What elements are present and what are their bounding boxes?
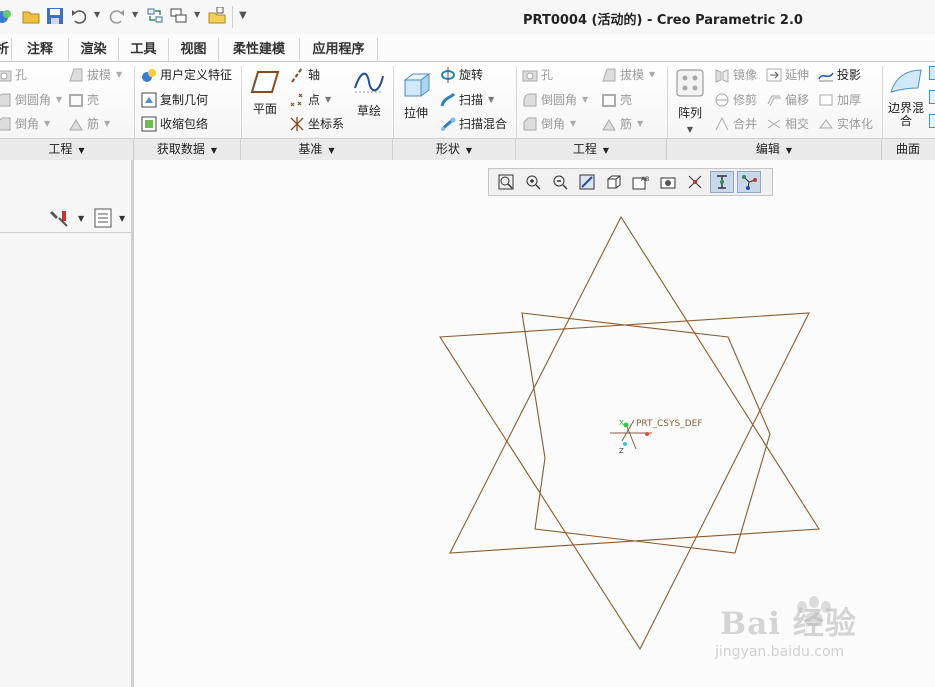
csys-z-label: Z [619,447,624,455]
watermark-brand: Bai 经验 [720,606,857,642]
watermark-url: jingyan.baidu.com [715,644,845,660]
csys-name-label: PRT_CSYS_DEF [636,419,703,429]
model-geometry [439,215,820,651]
triangle-up [449,215,820,554]
csys-x-label: X [619,419,624,427]
